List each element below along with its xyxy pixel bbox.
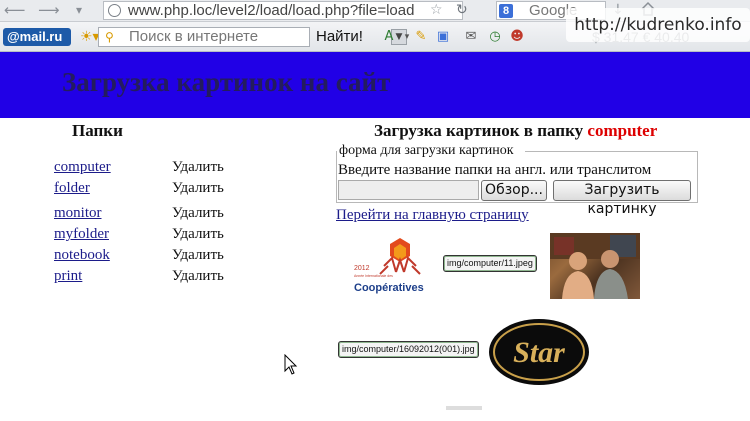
people-icon[interactable]: ☻ [508,28,526,46]
delete-link-folder[interactable]: Удалить [172,180,224,197]
folder-link-myfolder[interactable]: myfolder [54,226,109,243]
reload-icon[interactable]: ↻ [456,0,468,20]
home-page-link[interactable]: Перейти на главную страницу [336,207,529,224]
search-engine-selector-icon[interactable]: ☀▾ [80,28,100,46]
photo-thumbnail [550,233,640,299]
upload-heading-text: Загрузка картинок в папку [374,121,584,140]
mailru-search-placeholder: Поиск в интернете [129,28,259,45]
browse-button[interactable]: Обзор... [481,180,547,201]
back-arrow-icon[interactable]: ⟵ [4,0,26,20]
pencil-icon[interactable]: ✎ [412,28,430,46]
window-icon[interactable]: ▣ [434,28,452,46]
magnifier-icon: ⚲ [105,30,114,44]
image-label-1: img/computer/11.jpeg [443,255,537,272]
folders-heading: Папки [72,121,123,140]
upload-folder-name: computer [587,121,658,140]
star-logo-image: Star [489,319,589,385]
page-title: Загрузка картинок на сайт [62,67,391,97]
delete-link-computer[interactable]: Удалить [172,159,224,176]
mailru-search-input[interactable]: ⚲ Поиск в интернете ▼ [98,27,407,47]
folder-link-notebook[interactable]: notebook [54,247,110,264]
star-logo-text: Star [513,336,565,369]
delete-link-myfolder[interactable]: Удалить [172,226,224,243]
font-a-icon[interactable]: A [380,28,398,46]
delete-link-print[interactable]: Удалить [172,268,224,285]
star-icon[interactable]: ☆ [430,0,443,20]
mouse-cursor-icon [284,354,298,375]
partial-image [446,406,482,410]
forward-arrow-icon[interactable]: ⟶ [38,0,60,20]
folder-link-computer[interactable]: computer [54,159,111,176]
coop-caption: Coopératives [354,282,424,294]
upload-form-border [525,151,698,152]
coop-small-text: Année Internationale des [354,274,393,278]
mailru-logo[interactable]: @mail.ru [3,28,71,46]
folder-link-monitor[interactable]: monitor [54,205,102,222]
delete-link-notebook[interactable]: Удалить [172,247,224,264]
upload-heading: Загрузка картинок в папку computer [374,121,657,141]
folder-link-folder[interactable]: folder [54,180,90,197]
cooperatives-logo-image: 2012 Année Internationale des Coopérativ… [354,238,424,294]
coop-year: 2012 [354,265,370,272]
url-text: www.php.loc/level2/load/load.php?file=lo… [128,2,415,19]
image-label-2: img/computer/16092012(001).jpg [338,341,479,358]
watermark: http://kudrenko.info [566,8,750,42]
page-banner: Загрузка картинок на сайт [0,52,750,118]
upload-button[interactable]: Загрузить картинку [553,180,691,217]
url-bar[interactable]: www.php.loc/level2/load/load.php?file=lo… [103,1,463,20]
globe-icon [108,4,121,17]
dropdown-arrow-icon[interactable]: ▾ [76,0,82,20]
photo-image [550,233,640,299]
mail-icon[interactable]: ✉ [462,28,480,46]
delete-link-monitor[interactable]: Удалить [172,205,224,222]
upload-form-legend: форма для загрузки картинок [338,143,515,159]
clock-icon[interactable]: ◷ [486,28,504,46]
folder-link-print[interactable]: print [54,268,82,285]
file-path-input[interactable] [338,180,479,200]
find-button[interactable]: Найти! [316,27,363,47]
google-icon[interactable]: 8 [499,4,513,18]
upload-instruction: Введите название папки на англ. или тран… [338,162,652,178]
